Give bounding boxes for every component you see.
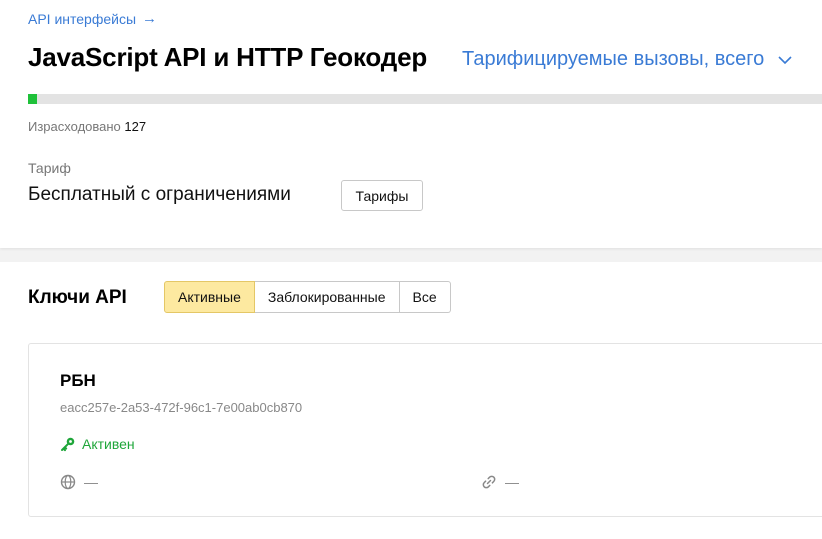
filter-active-tab[interactable]: Активные (164, 281, 255, 313)
globe-icon (60, 474, 76, 490)
service-header-panel: API интерфейсы → JavaScript API и HTTP Г… (0, 0, 822, 248)
usage-label: Израсходовано (28, 119, 121, 134)
api-keys-section: Ключи API Активные Заблокированные Все Р… (0, 262, 822, 539)
api-key-value: eacc257e-2a53-472f-96c1-7e00ab0cb870 (60, 400, 303, 415)
chevron-down-icon (778, 55, 792, 64)
usage-value: 127 (124, 119, 147, 134)
arrow-right-icon: → (142, 10, 158, 27)
tariff-value: Бесплатный с ограничениями (28, 184, 291, 205)
breadcrumb-api-interfaces[interactable]: API интерфейсы → (28, 10, 157, 27)
api-key-name: РБН (60, 371, 96, 390)
filter-blocked-tab[interactable]: Заблокированные (254, 281, 400, 313)
metric-selector-label: Тарифицируемые вызовы, всего (462, 48, 765, 70)
usage-summary: Израсходовано 127 (28, 119, 146, 134)
api-key-links-value: — (505, 474, 519, 490)
metric-selector-dropdown[interactable]: Тарифицируемые вызовы, всего (462, 48, 792, 71)
api-key-domains: — (60, 474, 98, 490)
page-title: JavaScript API и HTTP Геокодер (28, 42, 428, 72)
breadcrumb-label: API интерфейсы (28, 10, 137, 27)
filter-all-tab[interactable]: Все (399, 281, 451, 313)
tariffs-button[interactable]: Тарифы (341, 180, 423, 211)
link-icon (482, 475, 496, 489)
api-key-status-label: Активен (82, 436, 135, 452)
usage-progress-bar (28, 94, 822, 104)
api-key-links: — (481, 474, 519, 490)
tariff-label: Тариф (28, 160, 71, 176)
api-key-domains-value: — (84, 474, 98, 490)
key-filter-tabs: Активные Заблокированные Все (164, 281, 451, 313)
api-key-card[interactable]: РБН eacc257e-2a53-472f-96c1-7e00ab0cb870… (28, 343, 822, 517)
api-key-status: Активен (60, 436, 135, 452)
api-keys-title: Ключи API (28, 287, 127, 308)
key-icon (61, 437, 75, 452)
usage-progress-fill (28, 94, 37, 104)
